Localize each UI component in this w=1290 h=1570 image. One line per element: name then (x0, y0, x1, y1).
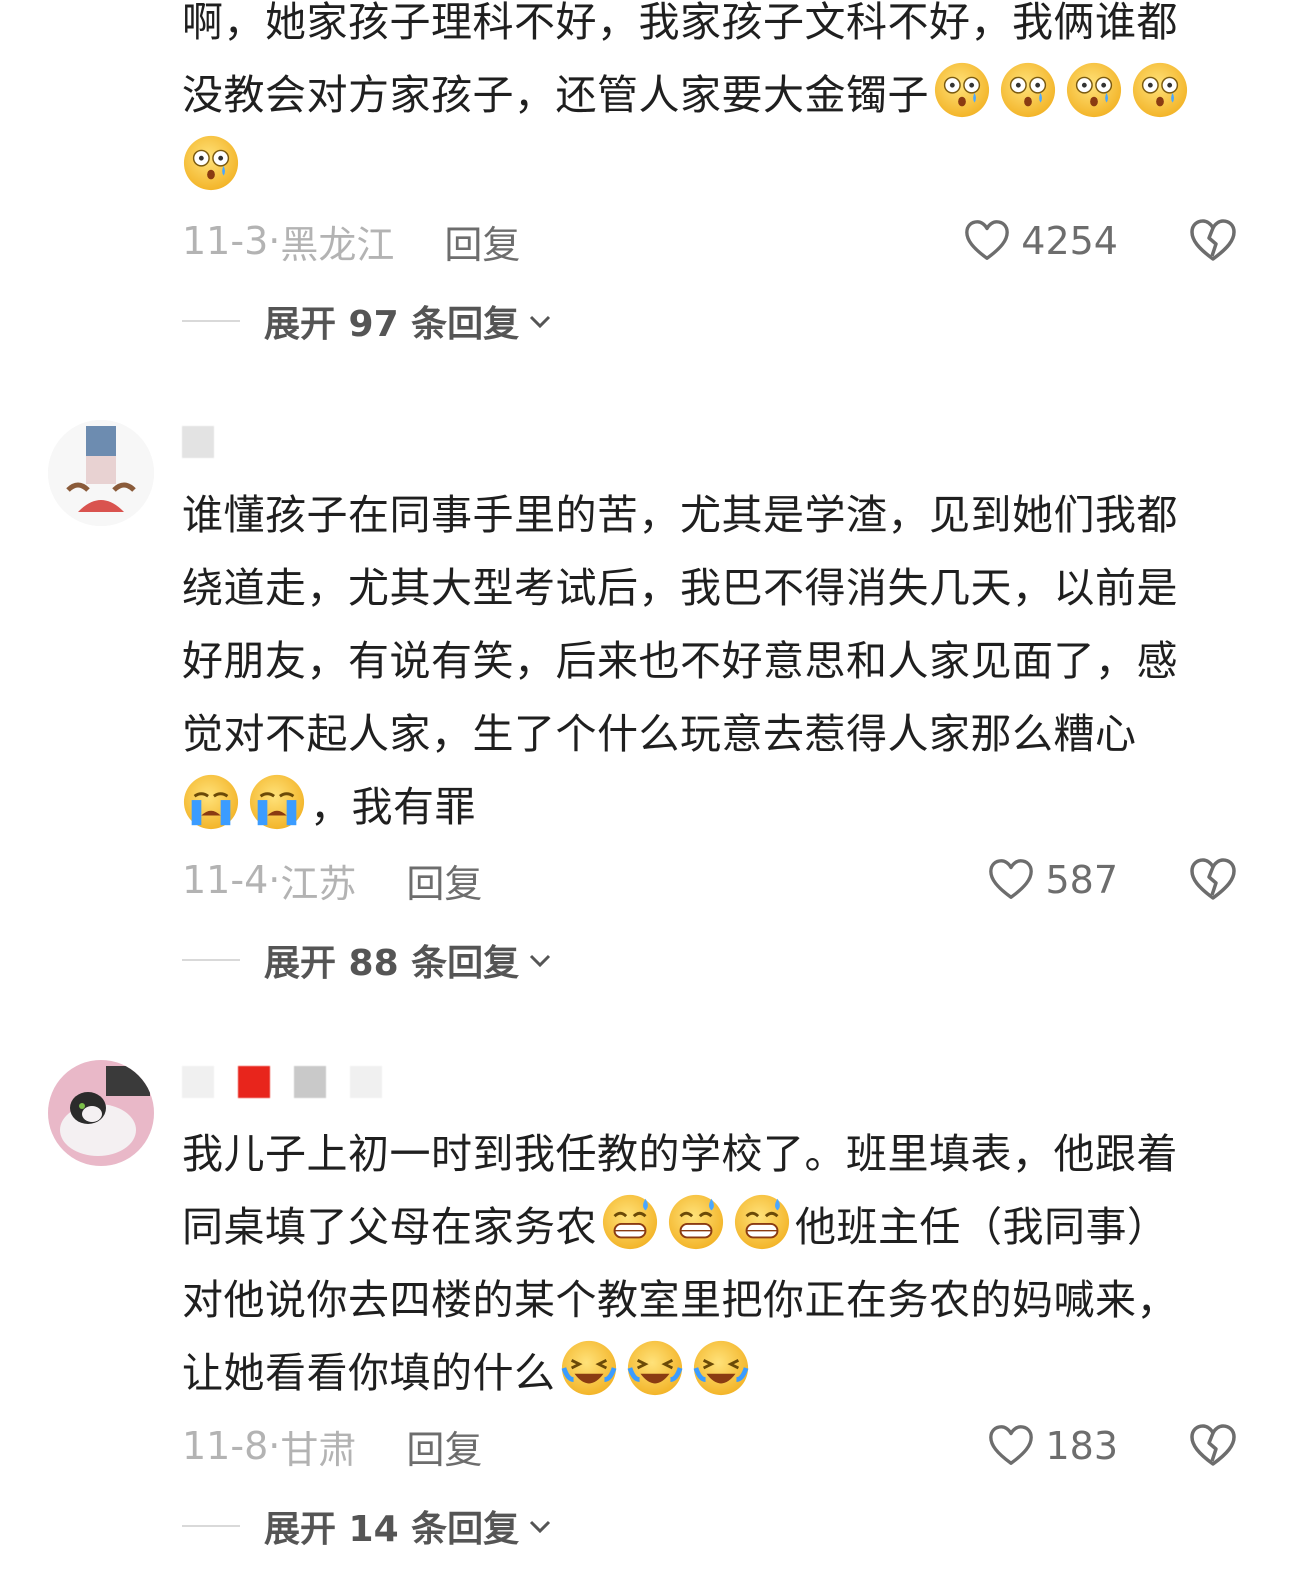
stunned-emoji-icon (933, 61, 991, 119)
redacted-block (182, 1066, 214, 1098)
expand-label: 展开 14 条回复 (264, 1509, 520, 1550)
like-button[interactable]: 587 (987, 855, 1118, 905)
stunned-emoji-icon (1131, 61, 1189, 119)
broken-heart-icon[interactable] (1188, 855, 1238, 905)
expand-label: 展开 88 条回复 (264, 943, 520, 984)
sweat-grin-emoji-icon (667, 1193, 725, 1251)
heart-outline-icon (963, 217, 1011, 265)
redacted-block (294, 1066, 326, 1098)
stunned-emoji-icon (1065, 61, 1123, 119)
comment-date: 11-4 (182, 858, 269, 902)
username-blurred[interactable] (182, 1064, 382, 1100)
expand-replies-button[interactable]: 展开 14 条回复 (182, 1501, 553, 1551)
like-button[interactable]: 4254 (963, 216, 1118, 266)
comment-location: 江苏 (280, 861, 357, 906)
chevron-down-icon (530, 315, 551, 329)
comment-text: 谁懂孩子在同事手里的苦，尤其是学渣，见到她们我都 绕道走，尤其大型考试后，我巴不… (182, 479, 1242, 844)
like-count: 183 (1045, 1424, 1118, 1468)
comment-text: 啊，她家孩子理科不好，我家孩子文科不好，我俩谁都 没教会对方家孩子，还管人家要大… (182, 0, 1242, 205)
comment-line: 我儿子上初一时到我任教的学校了。班里填表，他跟着 (182, 1130, 1178, 1178)
chevron-down-icon (530, 954, 551, 968)
redacted-block (350, 1066, 382, 1098)
avatar[interactable] (48, 1060, 154, 1166)
chevron-down-icon (530, 1520, 551, 1534)
meta-separator: · (268, 219, 281, 263)
comment-line: 好朋友，有说有笑，后来也不好意思和人家见面了，感 (182, 637, 1178, 685)
comment-meta: 11-3 · 黑龙江 回复 (182, 214, 520, 269)
comment-line: 觉对不起人家，生了个什么玩意去惹得人家那么糟心 (182, 710, 1137, 758)
comment-tail: ，我有罪 (310, 783, 476, 831)
stunned-emoji-icon (182, 134, 240, 192)
rolling-laugh-emoji-icon (626, 1339, 684, 1397)
comment-line: 绕道走，尤其大型考试后，我巴不得消失几天，以前是 (182, 564, 1178, 612)
avatar[interactable] (48, 420, 154, 526)
like-count: 4254 (1021, 219, 1118, 263)
comment-line: 对他说你去四楼的某个教室里把你正在务农的妈喊来， (182, 1276, 1178, 1324)
comment-text: 我儿子上初一时到我任教的学校了。班里填表，他跟着 同桌填了父母在家务农 他班主任（… (182, 1118, 1242, 1410)
comment-meta: 11-4 · 江苏 回复 (182, 853, 482, 908)
divider (182, 320, 240, 322)
divider (182, 959, 240, 961)
rolling-laugh-emoji-icon (560, 1339, 618, 1397)
like-button[interactable]: 183 (987, 1421, 1118, 1471)
comment-line: 没教会对方家孩子，还管人家要大金镯子 (182, 71, 929, 119)
meta-separator: · (268, 1424, 281, 1468)
comment-date: 11-8 (182, 1424, 269, 1468)
rolling-laugh-emoji-icon (692, 1339, 750, 1397)
sweat-grin-emoji-icon (601, 1193, 659, 1251)
avatar-image (48, 420, 154, 526)
comment-line: 谁懂孩子在同事手里的苦，尤其是学渣，见到她们我都 (182, 491, 1178, 539)
crying-emoji-icon (248, 773, 306, 831)
comment-line: 让她看看你填的什么 (182, 1349, 556, 1397)
broken-heart-icon[interactable] (1188, 216, 1238, 266)
avatar-image (48, 1060, 154, 1166)
sweat-grin-emoji-icon (733, 1193, 791, 1251)
comment-line: 他班主任（我同事） (795, 1203, 1169, 1251)
comment-location: 甘肃 (280, 1427, 357, 1472)
stunned-emoji-icon (999, 61, 1057, 119)
comment-line: 啊，她家孩子理科不好，我家孩子文科不好，我俩谁都 (182, 0, 1178, 46)
heart-outline-icon (987, 1422, 1035, 1470)
divider (182, 1525, 240, 1527)
meta-separator: · (268, 858, 281, 902)
redacted-block (238, 1066, 270, 1098)
comment-location: 黑龙江 (280, 222, 395, 267)
expand-replies-button[interactable]: 展开 97 条回复 (182, 296, 553, 346)
reply-button[interactable]: 回复 (444, 214, 520, 269)
comment-meta: 11-8 · 甘肃 回复 (182, 1419, 482, 1474)
redacted-block (182, 426, 214, 458)
broken-heart-icon[interactable] (1188, 1421, 1238, 1471)
like-count: 587 (1045, 858, 1118, 902)
reply-button[interactable]: 回复 (406, 1419, 482, 1474)
comment-line: 同桌填了父母在家务农 (182, 1203, 597, 1251)
crying-emoji-icon (182, 773, 240, 831)
reply-button[interactable]: 回复 (406, 853, 482, 908)
username-blurred[interactable] (182, 424, 214, 460)
expand-label: 展开 97 条回复 (264, 304, 520, 345)
comment-date: 11-3 (182, 219, 269, 263)
heart-outline-icon (987, 856, 1035, 904)
expand-replies-button[interactable]: 展开 88 条回复 (182, 935, 553, 985)
